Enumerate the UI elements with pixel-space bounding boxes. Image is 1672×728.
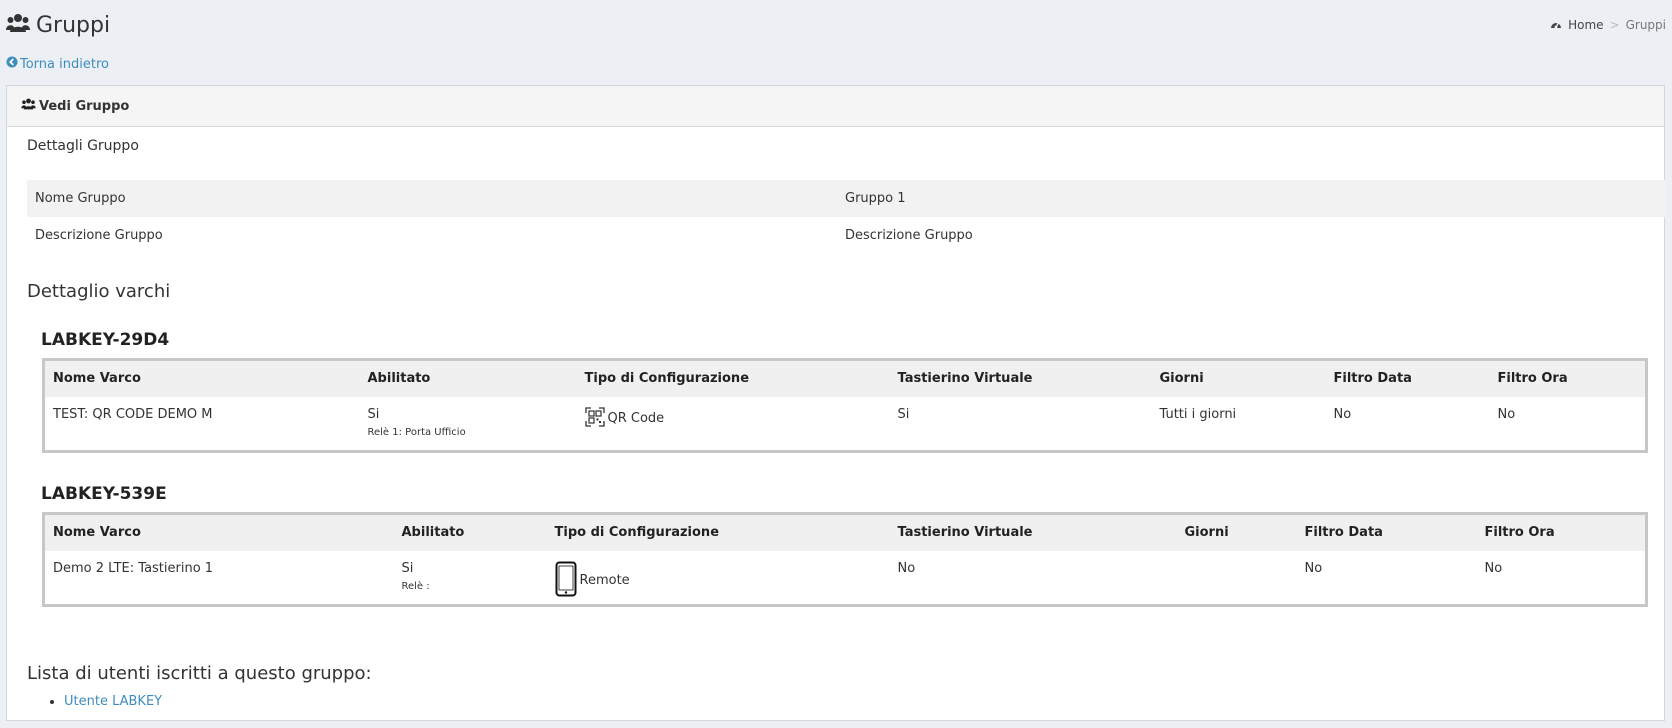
col-filtro-ora: Filtro Ora <box>1489 359 1647 397</box>
breadcrumb-separator: > <box>1609 18 1620 32</box>
dashboard-icon <box>1550 18 1562 32</box>
page-header: Gruppi <box>6 8 110 42</box>
col-tastierino-virtuale: Tastierino Virtuale <box>889 513 1177 551</box>
cell-tipo-configurazione: Remote <box>547 551 890 606</box>
breadcrumb-current: Gruppi <box>1625 18 1666 32</box>
abilitato-value: Si <box>367 406 380 422</box>
config-label: QR Code <box>607 411 665 426</box>
table-row: TEST: QR CODE DEMO M Si Relè 1: Porta Uf… <box>44 397 1647 452</box>
cell-giorni: Tutti i giorni <box>1159 406 1237 422</box>
table-header-row: Nome Varco Abilitato Tipo di Configurazi… <box>43 359 1647 397</box>
col-giorni: Giorni <box>1151 359 1326 397</box>
varco-table: Nome Varco Abilitato Tipo di Configurazi… <box>42 358 1648 453</box>
config-label: Remote <box>579 573 630 588</box>
cell-tastierino-virtuale: Si <box>897 406 910 422</box>
detail-row: Nome Gruppo Gruppo 1 <box>27 180 1665 217</box>
varco-table: Nome Varco Abilitato Tipo di Configurazi… <box>42 512 1648 607</box>
users-list: Utente LABKEY <box>52 694 162 709</box>
user-link[interactable]: Utente LABKEY <box>64 694 162 709</box>
cell-filtro-data: No <box>1333 406 1352 422</box>
col-tipo-configurazione: Tipo di Configurazione <box>576 359 890 397</box>
chevron-left-circle-icon <box>6 56 18 72</box>
users-title: Lista di utenti iscritti a questo gruppo… <box>27 663 372 684</box>
detail-label: Descrizione Gruppo <box>35 228 163 243</box>
cell-abilitato: Si Relè 1: Porta Ufficio <box>360 397 577 452</box>
col-tastierino-virtuale: Tastierino Virtuale <box>889 359 1152 397</box>
back-link-label: Torna indietro <box>20 56 109 72</box>
table-row: Demo 2 LTE: Tastierino 1 Si Relè : Remot… <box>44 551 1647 606</box>
cell-filtro-data: No <box>1304 560 1323 576</box>
cell-giorni <box>1177 551 1297 606</box>
group-box: Vedi Gruppo Dettagli Gruppo Nome Gruppo … <box>6 85 1665 721</box>
cell-nome-varco: TEST: QR CODE DEMO M <box>53 406 213 422</box>
cell-filtro-ora: No <box>1484 560 1503 576</box>
cell-nome-varco: Demo 2 LTE: Tastierino 1 <box>53 560 214 576</box>
col-abilitato: Abilitato <box>393 513 547 551</box>
rele-label: Relè 1: Porta Ufficio <box>367 426 466 438</box>
detail-value: Gruppo 1 <box>845 191 906 206</box>
qr-code-icon <box>584 406 605 431</box>
detail-row: Descrizione Gruppo Descrizione Gruppo <box>27 217 1665 254</box>
device-title: LABKEY-539E <box>41 484 167 504</box>
list-item: Utente LABKEY <box>64 694 162 709</box>
details-title: Dettagli Gruppo <box>27 138 139 154</box>
col-giorni: Giorni <box>1176 513 1297 551</box>
page-title: Gruppi <box>36 12 111 38</box>
col-abilitato: Abilitato <box>359 359 577 397</box>
rele-label: Relè : <box>401 580 430 592</box>
device-title: LABKEY-29D4 <box>41 330 170 350</box>
col-nome-varco: Nome Varco <box>43 513 394 551</box>
breadcrumb: Home > Gruppi <box>1550 18 1666 32</box>
abilitato-value: Si <box>401 560 414 576</box>
cell-tipo-configurazione: QR Code <box>577 397 890 452</box>
box-title: Vedi Gruppo <box>39 98 130 114</box>
col-filtro-data: Filtro Data <box>1296 513 1477 551</box>
detail-label: Nome Gruppo <box>35 191 126 206</box>
cell-tastierino-virtuale: No <box>897 560 916 576</box>
users-icon <box>6 13 30 37</box>
box-header: Vedi Gruppo <box>7 86 1664 127</box>
cell-abilitato: Si Relè : <box>394 551 547 606</box>
col-nome-varco: Nome Varco <box>43 359 360 397</box>
varchi-title: Dettaglio varchi <box>27 281 171 302</box>
detail-value: Descrizione Gruppo <box>845 228 973 243</box>
col-tipo-configurazione: Tipo di Configurazione <box>546 513 890 551</box>
breadcrumb-home[interactable]: Home <box>1568 18 1603 32</box>
back-link[interactable]: Torna indietro <box>6 56 109 72</box>
col-filtro-ora: Filtro Ora <box>1476 513 1647 551</box>
col-filtro-data: Filtro Data <box>1325 359 1490 397</box>
smartphone-icon <box>555 561 577 601</box>
users-icon <box>21 98 36 114</box>
table-header-row: Nome Varco Abilitato Tipo di Configurazi… <box>43 513 1647 551</box>
details-table: Nome Gruppo Gruppo 1 Descrizione Gruppo … <box>27 180 1665 254</box>
cell-filtro-ora: No <box>1497 406 1516 422</box>
